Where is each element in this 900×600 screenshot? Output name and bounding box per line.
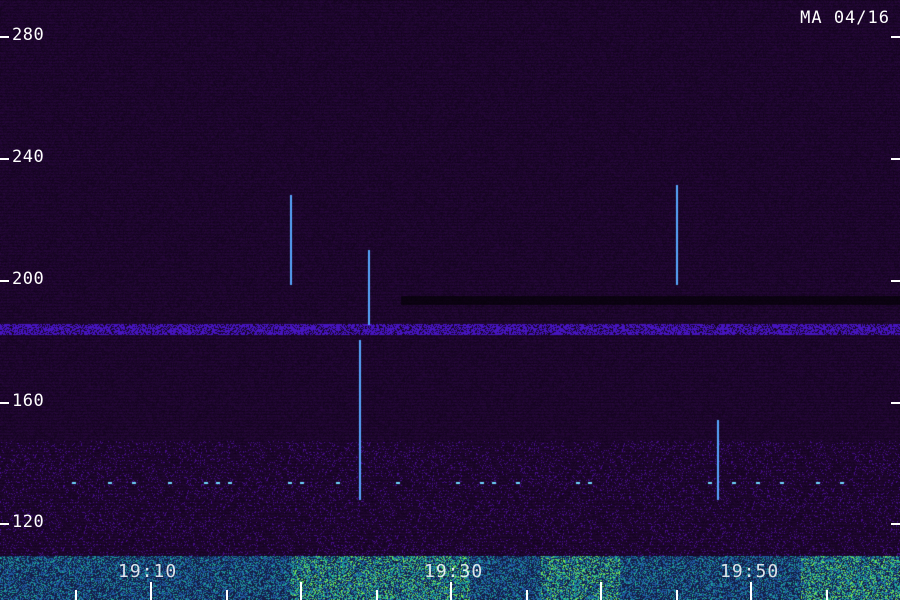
y-label: 200 [12, 269, 45, 289]
x-tick-minor [226, 590, 228, 600]
y-tick-right [891, 158, 900, 160]
x-label: 19:50 [720, 561, 780, 582]
y-label: 120 [12, 512, 45, 532]
y-tick-right [891, 523, 900, 525]
y-tick-left [0, 36, 9, 38]
y-label: 160 [12, 391, 45, 411]
y-tick-right [891, 280, 900, 282]
x-tick-major [450, 582, 452, 600]
x-tick-major [300, 582, 302, 600]
y-label: 280 [12, 25, 45, 45]
station-date-label: MA 04/16 [800, 8, 890, 28]
x-tick-major [750, 582, 752, 600]
x-tick-minor [75, 590, 77, 600]
y-tick-left [0, 523, 9, 525]
y-tick-left [0, 402, 9, 404]
x-label: 19:10 [118, 561, 178, 582]
spectrogram-plot [0, 0, 900, 600]
x-tick-minor [526, 590, 528, 600]
x-tick-minor [676, 590, 678, 600]
y-tick-right [891, 36, 900, 38]
x-tick-minor [376, 590, 378, 600]
y-tick-right [891, 402, 900, 404]
y-tick-left [0, 280, 9, 282]
x-tick-major [150, 582, 152, 600]
x-label: 19:30 [424, 561, 484, 582]
x-tick-minor [826, 590, 828, 600]
y-label: 240 [12, 147, 45, 167]
x-tick-major [600, 582, 602, 600]
y-tick-left [0, 158, 9, 160]
